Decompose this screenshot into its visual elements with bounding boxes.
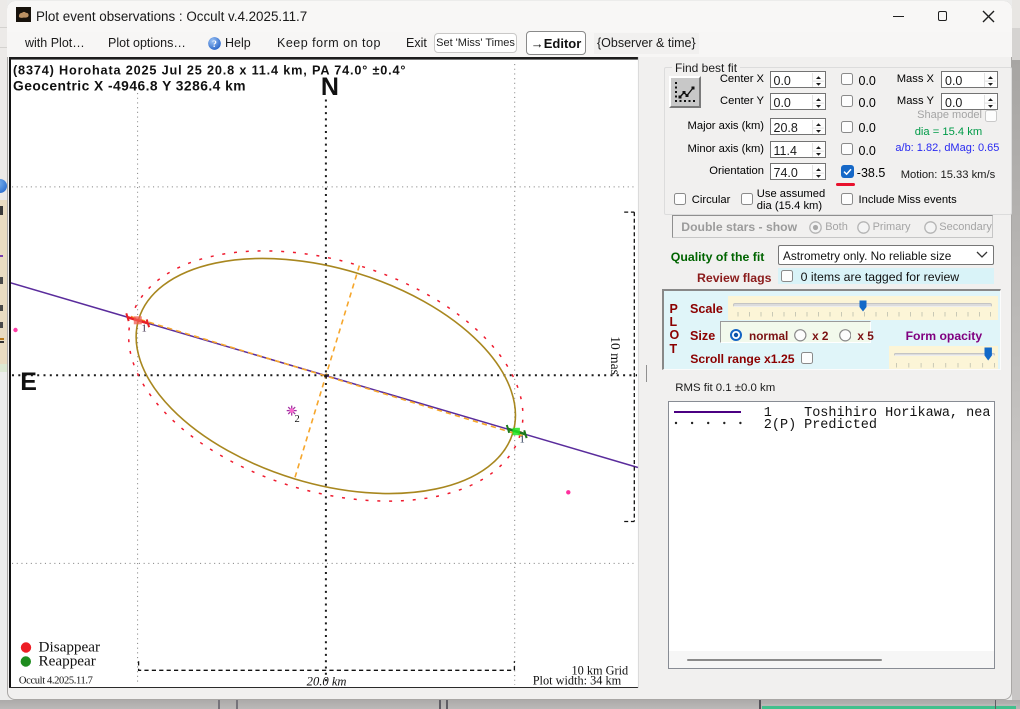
svg-text:2: 2 bbox=[295, 414, 300, 425]
svg-text:Occult 4.2025.11.7: Occult 4.2025.11.7 bbox=[19, 675, 93, 686]
svg-text:Reappear: Reappear bbox=[39, 653, 96, 670]
svg-text:E: E bbox=[20, 368, 37, 396]
svg-text:?: ? bbox=[212, 40, 217, 50]
svg-text:1: 1 bbox=[142, 324, 147, 335]
svg-text:10 mas: 10 mas bbox=[608, 336, 623, 375]
svg-text:Geocentric X -4946.8 Y 3286: Geocentric X -4946.8 Y 3286.4 km bbox=[13, 79, 246, 94]
svg-text:Plot width: 34 km: Plot width: 34 km bbox=[533, 673, 622, 687]
svg-text:N: N bbox=[321, 73, 339, 101]
svg-text:(8374) Horohata 2025 Jul 25: (8374) Horohata 2025 Jul 25 20.8 x 11.4 … bbox=[13, 64, 406, 78]
svg-text:20.0 km: 20.0 km bbox=[307, 674, 347, 688]
svg-text:1: 1 bbox=[520, 435, 525, 446]
